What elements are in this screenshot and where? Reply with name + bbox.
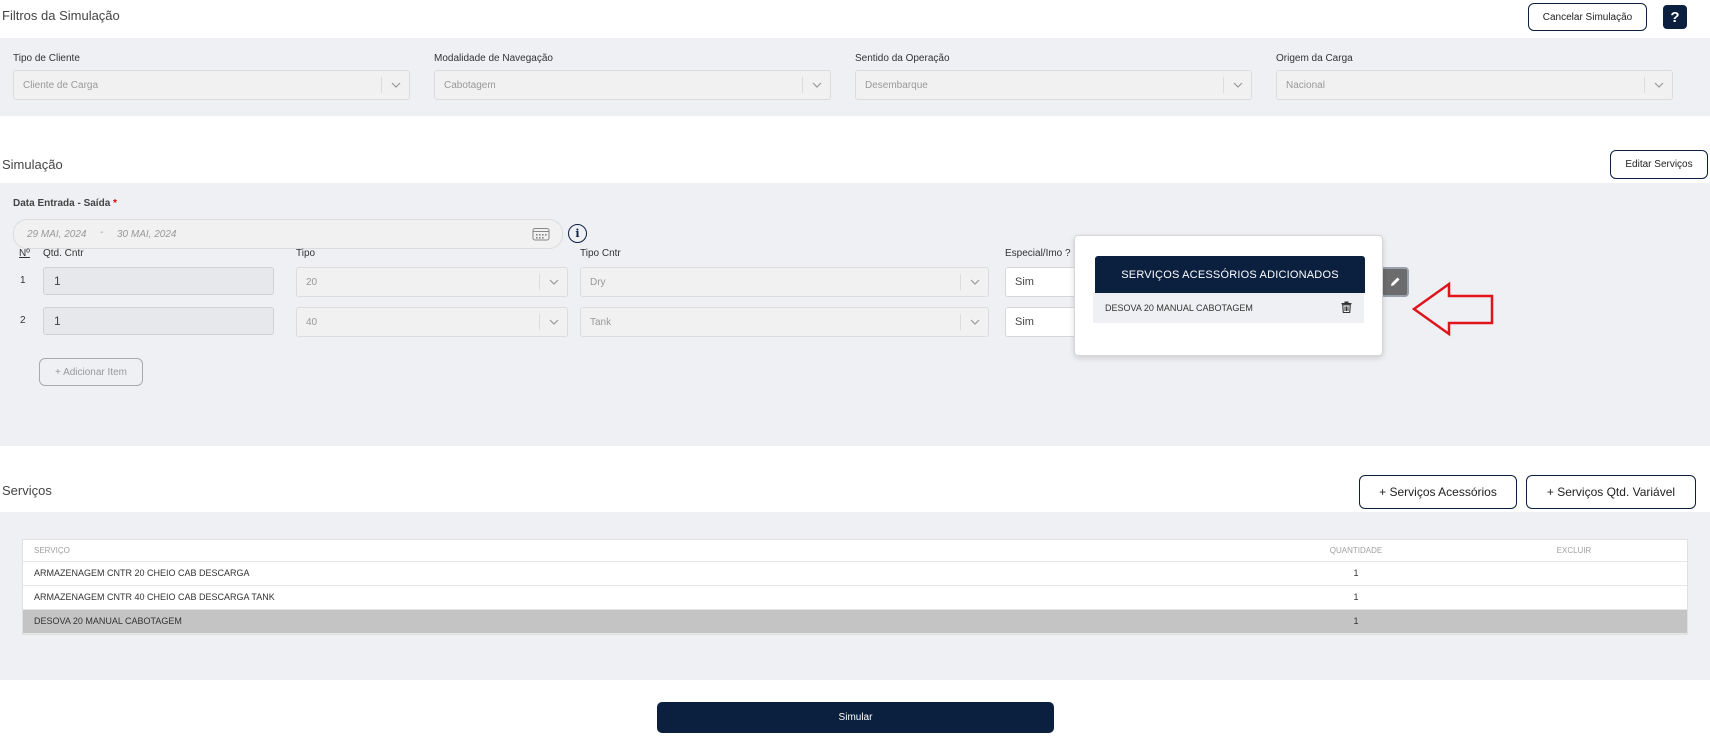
type-select[interactable]: 20 [296, 267, 568, 297]
red-arrow-annotation [1412, 281, 1494, 337]
help-button[interactable]: ? [1663, 5, 1687, 29]
cntr-type-select[interactable]: Dry [580, 267, 989, 297]
add-item-button[interactable]: + Adicionar Item [39, 358, 143, 386]
service-delete-cell [1461, 609, 1687, 634]
popup-item: DESOVA 20 MANUAL CABOTAGEM [1093, 293, 1364, 323]
header-service: SERVIÇO [23, 540, 1251, 562]
col-qty: Qtd. Cntr [43, 248, 84, 259]
help-icon: ? [1670, 8, 1680, 26]
service-qty: 1 [1251, 585, 1461, 610]
info-icon-glyph: i [575, 227, 580, 240]
filter-label-operation: Sentido da Operação [855, 53, 950, 64]
qty-input[interactable]: 1 [43, 267, 274, 295]
add-variable-services-button[interactable]: + Serviços Qtd. Variável [1526, 475, 1696, 509]
navigation-select[interactable]: Cabotagem [434, 70, 831, 100]
service-qty: 1 [1251, 561, 1461, 586]
edit-row-button[interactable] [1380, 267, 1409, 297]
origin-value: Nacional [1286, 79, 1325, 91]
add-accessory-services-button[interactable]: + Serviços Acessórios [1359, 475, 1517, 509]
chevron-down-icon [802, 77, 830, 93]
filter-label-client-type: Tipo de Cliente [13, 53, 80, 64]
col-cntr-type: Tipo Cntr [580, 248, 621, 259]
table-row[interactable]: ARMAZENAGEM CNTR 20 CHEIO CAB DESCARGA 1 [23, 561, 1687, 586]
filters-title: Filtros da Simulação [2, 8, 120, 23]
trash-icon[interactable] [1341, 301, 1352, 315]
col-number: Nº [19, 248, 30, 259]
filter-label-navigation: Modalidade de Navegação [434, 53, 553, 64]
table-header-row: SERVIÇO QUANTIDADE EXCLUIR [23, 540, 1687, 562]
header-delete: EXCLUIR [1461, 540, 1687, 562]
calendar-icon[interactable] [532, 227, 550, 244]
chevron-down-icon [539, 274, 567, 290]
chevron-down-icon [539, 314, 567, 330]
cancel-simulation-button[interactable]: Cancelar Simulação [1528, 3, 1647, 31]
date-label: Data Entrada - Saída * [13, 198, 117, 209]
chevron-down-icon [960, 274, 988, 290]
popup-title: SERVIÇOS ACESSÓRIOS ADICIONADOS [1095, 256, 1365, 293]
date-end: 30 MAI, 2024 [117, 229, 177, 240]
cntr-type-value: Tank [590, 316, 612, 328]
row-number: 2 [20, 315, 26, 326]
cntr-type-select[interactable]: Tank [580, 307, 989, 337]
table-row[interactable]: ARMAZENAGEM CNTR 40 CHEIO CAB DESCARGA T… [23, 585, 1687, 610]
info-icon[interactable]: i [568, 224, 587, 243]
table-row[interactable]: DESOVA 20 MANUAL CABOTAGEM 1 [23, 609, 1687, 634]
service-qty: 1 [1251, 609, 1461, 634]
chevron-down-icon [381, 77, 409, 93]
header-quantity: QUANTIDADE [1251, 540, 1461, 562]
col-special: Especial/Imo ? [1005, 248, 1071, 259]
chevron-down-icon [1644, 77, 1672, 93]
accessory-services-popup: SERVIÇOS ACESSÓRIOS ADICIONADOS DESOVA 2… [1074, 235, 1383, 356]
service-name: ARMAZENAGEM CNTR 20 CHEIO CAB DESCARGA [23, 561, 1251, 586]
cntr-type-value: Dry [590, 276, 606, 288]
origin-select[interactable]: Nacional [1276, 70, 1673, 100]
type-value: 40 [306, 316, 318, 328]
pencil-icon [1390, 277, 1399, 286]
date-separator: - [100, 227, 104, 238]
date-label-text: Data Entrada - Saída [13, 198, 111, 209]
simulation-title: Simulação [2, 157, 63, 172]
type-value: 20 [306, 276, 318, 288]
operation-value: Desembarque [865, 79, 928, 91]
filter-label-origin: Origem da Carga [1276, 53, 1353, 64]
operation-select[interactable]: Desembarque [855, 70, 1252, 100]
filters-panel: Tipo de Cliente Cliente de Carga Modalid… [0, 38, 1710, 116]
service-delete-cell [1461, 561, 1687, 586]
services-panel: SERVIÇO QUANTIDADE EXCLUIR ARMAZENAGEM C… [0, 512, 1710, 680]
qty-input[interactable]: 1 [43, 307, 274, 335]
chevron-down-icon [960, 314, 988, 330]
navigation-value: Cabotagem [444, 79, 496, 91]
row-number: 1 [20, 275, 26, 286]
services-title: Serviços [2, 483, 52, 498]
simulate-button[interactable]: Simular [657, 702, 1054, 733]
popup-item-label: DESOVA 20 MANUAL CABOTAGEM [1105, 303, 1253, 313]
date-range-input[interactable]: 29 MAI, 2024 - 30 MAI, 2024 [13, 219, 563, 249]
col-type: Tipo [296, 248, 316, 259]
services-table: SERVIÇO QUANTIDADE EXCLUIR ARMAZENAGEM C… [23, 540, 1687, 634]
service-name: ARMAZENAGEM CNTR 40 CHEIO CAB DESCARGA T… [23, 585, 1251, 610]
service-name: DESOVA 20 MANUAL CABOTAGEM [23, 609, 1251, 634]
client-type-select[interactable]: Cliente de Carga [13, 70, 410, 100]
date-start: 29 MAI, 2024 [27, 229, 87, 240]
service-delete-cell [1461, 585, 1687, 610]
client-type-value: Cliente de Carga [23, 79, 99, 91]
edit-services-button[interactable]: Editar Serviços [1610, 150, 1708, 179]
services-table-wrapper: SERVIÇO QUANTIDADE EXCLUIR ARMAZENAGEM C… [22, 539, 1688, 635]
type-select[interactable]: 40 [296, 307, 568, 337]
required-mark: * [113, 198, 117, 209]
chevron-down-icon [1223, 77, 1251, 93]
